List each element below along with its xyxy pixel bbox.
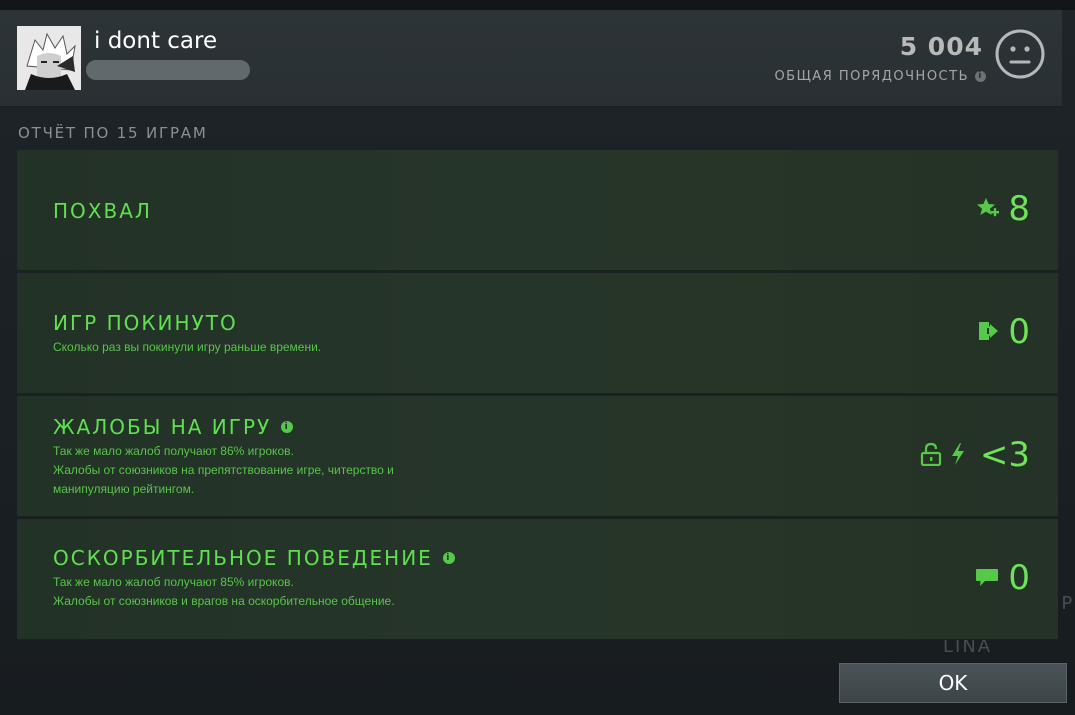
star-plus-icon <box>976 189 1000 229</box>
row-title: ОСКОРБИТЕЛЬНОЕ ПОВЕДЕНИЕ i <box>53 546 455 570</box>
row-value: 0 <box>1008 558 1030 598</box>
lightning-icon <box>950 435 966 475</box>
row-description-line: манипуляцию рейтингом. <box>53 482 195 496</box>
dialog-root: LINA ИЗБР i dont care 5 004 ОБЩАЯ ПОРЯДО… <box>0 0 1075 715</box>
info-icon[interactable]: i <box>281 421 294 433</box>
info-icon[interactable]: i <box>442 552 455 564</box>
row-value: 0 <box>1008 312 1030 352</box>
row-description-line: Жалобы от союзников на препятствование и… <box>53 463 394 477</box>
row-value: <3 <box>979 435 1030 475</box>
unlocked-icon <box>920 435 942 475</box>
chat-bubble-icon <box>974 558 1000 598</box>
report-row-commends: ПОХВАЛ 8 <box>17 150 1058 271</box>
report-row-comms-abuse: ОСКОРБИТЕЛЬНОЕ ПОВЕДЕНИЕ i Так же мало ж… <box>17 519 1058 640</box>
row-value: 8 <box>1008 189 1030 229</box>
row-title-text: ЖАЛОБЫ НА ИГРУ <box>53 415 272 439</box>
avatar[interactable] <box>17 26 81 90</box>
row-value-block: <3 <box>920 435 1030 475</box>
row-title: ЖАЛОБЫ НА ИГРУ i <box>53 415 294 439</box>
row-title: ИГР ПОКИНУТО <box>53 311 238 335</box>
row-title-text: ИГР ПОКИНУТО <box>53 311 238 335</box>
row-title-text: ОСКОРБИТЕЛЬНОЕ ПОВЕДЕНИЕ <box>53 546 433 570</box>
profile-header: i dont care 5 004 ОБЩАЯ ПОРЯДОЧНОСТЬ i <box>0 10 1062 107</box>
row-description: Так же мало жалоб получают 85% игроков. … <box>53 573 395 611</box>
row-title-text: ПОХВАЛ <box>53 199 152 223</box>
row-description-line: Жалобы от союзников и врагов на оскорбит… <box>53 594 395 608</box>
report-title: ОТЧЁТ ПО 15 ИГРАМ <box>18 124 208 142</box>
report-row-abandons: ИГР ПОКИНУТО Сколько раз вы покинули игр… <box>17 273 1058 394</box>
ok-button[interactable]: OK <box>839 663 1067 703</box>
behavior-score-label: ОБЩАЯ ПОРЯДОЧНОСТЬ i <box>774 69 986 84</box>
row-value-block: 8 <box>976 189 1030 229</box>
row-value-block: 0 <box>974 558 1030 598</box>
behavior-score: 5 004 <box>899 32 983 61</box>
row-description: Так же мало жалоб получают 86% игроков. … <box>53 442 394 499</box>
row-description-line: Так же мало жалоб получают 86% игроков. <box>53 444 294 458</box>
top-strip <box>0 0 1075 10</box>
report-list: ПОХВАЛ 8 ИГР ПОКИНУТО Сколько раз вы пок… <box>17 150 1058 642</box>
row-value-block: 0 <box>976 312 1030 352</box>
redacted-id <box>86 60 250 80</box>
row-title: ПОХВАЛ <box>53 199 152 223</box>
row-description: Сколько раз вы покинули игру раньше врем… <box>53 338 321 357</box>
username: i dont care <box>94 28 218 54</box>
row-description-line: Так же мало жалоб получают 85% игроков. <box>53 575 294 589</box>
row-description-line: Сколько раз вы покинули игру раньше врем… <box>53 340 322 354</box>
info-icon[interactable]: i <box>975 71 986 82</box>
exit-door-icon <box>976 312 1000 352</box>
behavior-score-label-text: ОБЩАЯ ПОРЯДОЧНОСТЬ <box>774 69 969 84</box>
report-row-game-reports: ЖАЛОБЫ НА ИГРУ i Так же мало жалоб получ… <box>17 396 1058 517</box>
neutral-face-icon <box>994 28 1046 80</box>
